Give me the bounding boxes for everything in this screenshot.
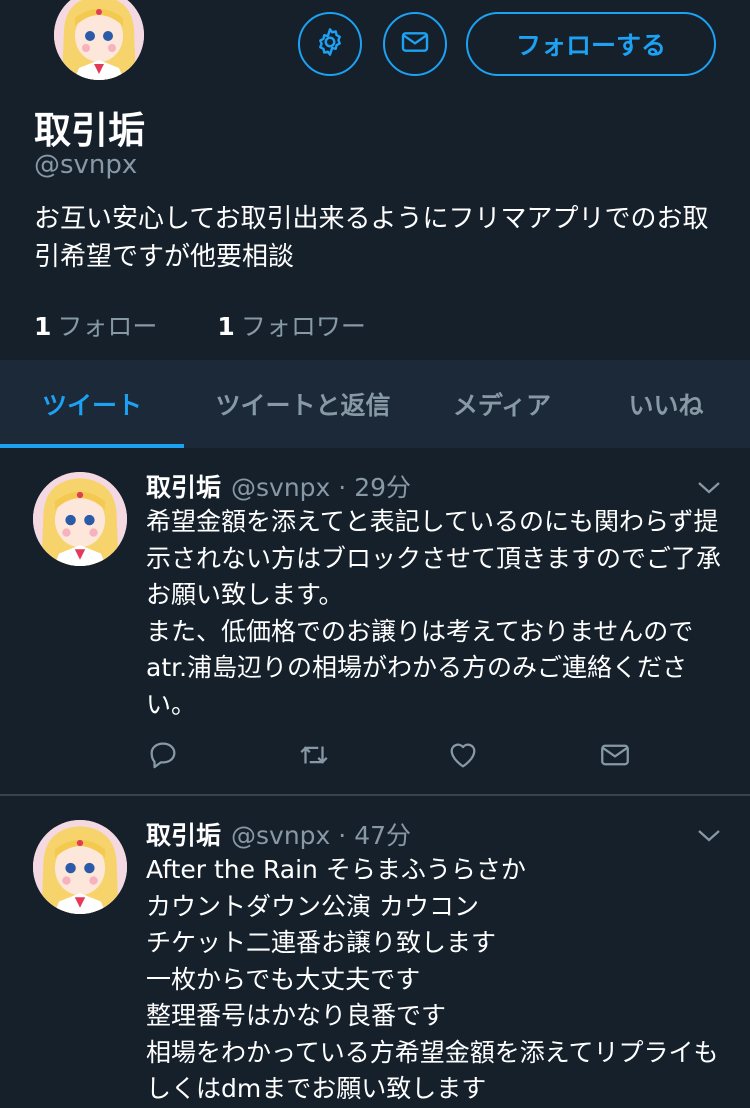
tweet-time: 47分 — [354, 821, 412, 850]
tweet-author-handle: @svnpx — [231, 821, 331, 850]
tweet-time: 29分 — [354, 473, 412, 502]
followers-stat[interactable]: 1 フォロワー — [217, 307, 365, 343]
profile-name: 取引垢 — [34, 109, 145, 152]
followers-label: フォロワー — [240, 312, 366, 341]
tweet-avatar[interactable] — [33, 472, 127, 566]
gear-icon — [314, 26, 346, 62]
tweet-actions — [146, 738, 636, 778]
tweet-header: 取引垢 @svnpx · 29分 — [146, 468, 411, 504]
tweet-header: 取引垢 @svnpx · 47分 — [146, 816, 411, 852]
tweet-avatar[interactable] — [33, 820, 127, 914]
tweet-author-name[interactable]: 取引垢 — [146, 468, 221, 504]
tweet-dot: · — [330, 821, 355, 850]
tab-tweets[interactable]: ツイート — [0, 360, 184, 448]
following-label: フォロー — [57, 312, 158, 341]
profile-header: フォローする 取引垢 @svnpx お互い安心してお取引出来るようにフリマアプリ… — [0, 0, 750, 360]
tweet-text: After the Rain そらまふうらさか カウントダウン公演 カウコン チ… — [146, 855, 719, 1103]
tweet-author-name[interactable]: 取引垢 — [146, 816, 221, 852]
tweet-author-handle: @svnpx — [231, 473, 331, 502]
tweet[interactable]: 取引垢 @svnpx · 47分 After the Rain そらまふうらさか… — [0, 796, 750, 1103]
profile-avatar[interactable] — [54, 0, 144, 80]
profile-stats: 1 フォロー 1 フォロワー — [34, 307, 426, 343]
settings-button[interactable] — [298, 12, 362, 76]
tab-tweets-and-replies[interactable]: ツイートと返信 — [184, 360, 422, 448]
envelope-icon[interactable] — [598, 738, 632, 776]
tab-likes[interactable]: いいね — [582, 360, 750, 448]
following-count: 1 — [34, 312, 52, 341]
profile-bio: お互い安心してお取引出来るようにフリマアプリでのお取引希望ですが他要相談 — [34, 204, 709, 272]
tab-media[interactable]: メディア — [422, 360, 582, 448]
envelope-icon — [399, 26, 431, 62]
message-button[interactable] — [383, 12, 447, 76]
profile-tabs: ツイート ツイートと返信 メディア いいね — [0, 360, 750, 448]
chevron-down-icon[interactable] — [696, 478, 722, 500]
profile-handle: @svnpx — [34, 150, 138, 180]
retweet-icon[interactable] — [296, 738, 332, 776]
tweet-dot: · — [330, 473, 355, 502]
following-stat[interactable]: 1 フォロー — [34, 307, 157, 343]
chevron-down-icon[interactable] — [696, 826, 722, 848]
tweet-text: 希望金額を添えてと表記しているのにも関わらず提示されない方はブロックさせて頂きま… — [146, 507, 722, 719]
followers-count: 1 — [217, 312, 235, 341]
reply-icon[interactable] — [146, 738, 180, 776]
heart-icon[interactable] — [446, 738, 480, 776]
follow-button[interactable]: フォローする — [466, 12, 716, 76]
tweet[interactable]: 取引垢 @svnpx · 29分 希望金額を添えてと表記しているのにも関わらず提… — [0, 448, 750, 796]
